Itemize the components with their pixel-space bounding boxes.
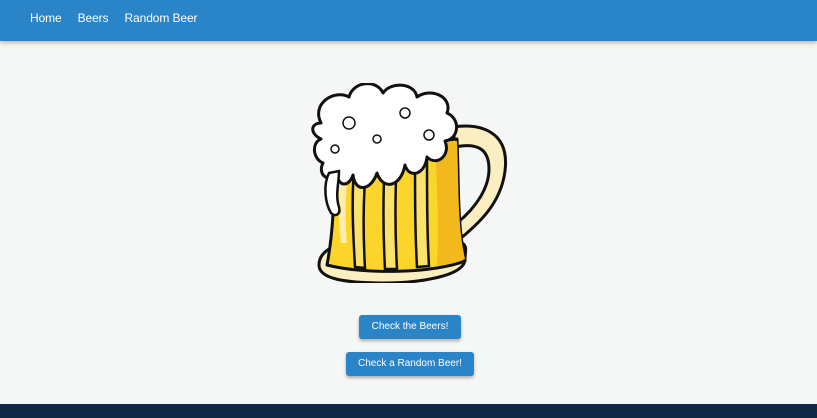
check-random-beer-button[interactable]: Check a Random Beer!: [346, 352, 474, 376]
main-content: Check the Beers! Check a Random Beer!: [0, 41, 817, 404]
top-navbar: Home Beers Random Beer: [0, 0, 817, 41]
nav-link-home[interactable]: Home: [30, 11, 62, 25]
beer-mug-icon: [311, 83, 507, 283]
nav-link-random-beer[interactable]: Random Beer: [124, 11, 197, 25]
check-beers-button[interactable]: Check the Beers!: [359, 315, 461, 339]
footer-bar: [0, 404, 817, 418]
nav-link-beers[interactable]: Beers: [78, 11, 109, 25]
